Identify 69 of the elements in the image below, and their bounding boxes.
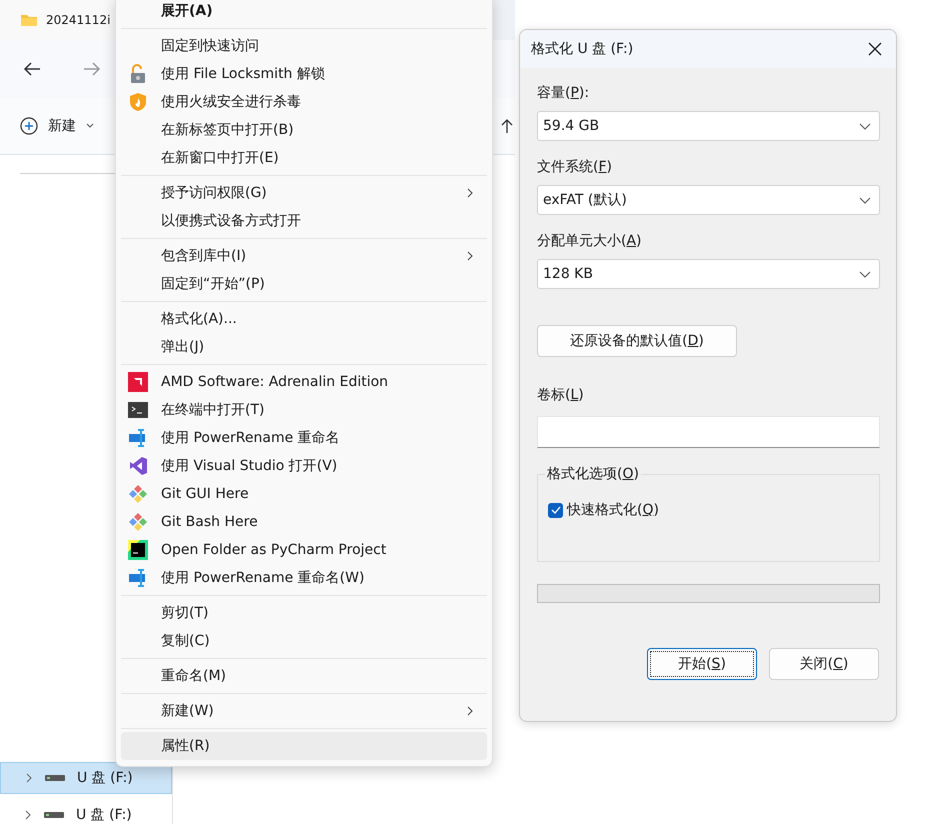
volume-label-field[interactable] [537, 416, 880, 448]
menu-item[interactable]: 使用 File Locksmith 解锁 [121, 60, 487, 88]
menu-item[interactable]: 剪切(T) [121, 599, 487, 627]
pycharm-icon [128, 540, 148, 560]
field-label: 容量(P): [537, 84, 590, 103]
terminal-icon [128, 400, 148, 420]
tab-title: 20241112i [46, 13, 110, 27]
menu-item[interactable]: 在终端中打开(T) [121, 396, 487, 424]
checkbox[interactable] [548, 502, 563, 518]
field-label: 文件系统(F) [537, 158, 612, 177]
menu-item[interactable]: 以便携式设备方式打开 [121, 207, 487, 235]
menu-item[interactable]: 复制(C) [121, 627, 487, 655]
lock-icon [128, 64, 148, 84]
drive-label: U 盘 (F:) [76, 806, 132, 824]
dropdown[interactable]: exFAT (默认) [537, 185, 880, 215]
dialog-title: 格式化 U 盘 (F:) [531, 40, 634, 58]
dropdown[interactable]: 59.4 GB [537, 111, 880, 141]
plus-icon [20, 117, 38, 135]
menu-item[interactable]: 固定到“开始”(P) [121, 270, 487, 298]
git-diamond-icon [128, 484, 148, 504]
drive-item[interactable]: U 盘 (F:) [0, 800, 172, 824]
menu-item[interactable]: Open Folder as PyCharm Project [121, 536, 487, 564]
drive-icon [45, 774, 65, 782]
chevron-down-icon [859, 270, 871, 278]
rename-icon [128, 568, 148, 588]
menu-item[interactable]: AMD Software: Adrenalin Edition [121, 368, 487, 396]
field-label: 分配单元大小(A) [537, 232, 642, 251]
back-arrow-icon [23, 61, 41, 77]
drive-label: U 盘 (F:) [77, 769, 133, 787]
start-button[interactable]: 开始(S) [647, 648, 757, 680]
sort-arrow-icon [501, 118, 513, 134]
menu-item[interactable]: 使用 Visual Studio 打开(V) [121, 452, 487, 480]
menu-item[interactable]: 属性(R) [121, 732, 487, 760]
dropdown[interactable]: 128 KB [537, 259, 880, 289]
close-button[interactable]: 关闭(C) [769, 648, 879, 680]
menu-item[interactable]: 新建(W) [121, 697, 487, 725]
menu-item[interactable]: Git Bash Here [121, 508, 487, 536]
git-diamond-icon [128, 512, 148, 532]
close-icon [868, 42, 882, 56]
rename-icon [128, 428, 148, 448]
visual-studio-icon [128, 456, 148, 476]
folder-icon [20, 13, 38, 27]
menu-item[interactable]: 包含到库中(I) [121, 242, 487, 270]
menu-item[interactable]: 重命名(M) [121, 662, 487, 690]
menu-item[interactable]: 使用 PowerRename 重命名(W) [121, 564, 487, 592]
shield-icon [128, 92, 148, 112]
field-label: 卷标(L) [537, 386, 584, 405]
chevron-down-icon [859, 122, 871, 130]
chevron-right-icon [24, 810, 32, 820]
amd-logo-icon [128, 372, 148, 392]
group-title: 格式化选项(O) [545, 465, 641, 483]
menu-item[interactable]: 使用 PowerRename 重命名 [121, 424, 487, 452]
menu-item[interactable]: 使用火绒安全进行杀毒 [121, 88, 487, 116]
drive-item[interactable]: U 盘 (F:) [0, 762, 172, 794]
menu-item[interactable]: 格式化(A)... [121, 305, 487, 333]
new-button[interactable]: 新建 [20, 117, 94, 135]
chevron-down-icon [86, 123, 94, 129]
restore-defaults-button[interactable]: 还原设备的默认值(D) [537, 325, 737, 357]
menu-item[interactable]: 授予访问权限(G) [121, 179, 487, 207]
drive-icon [44, 811, 64, 819]
menu-item[interactable]: 在新窗口中打开(E) [121, 144, 487, 172]
menu-item[interactable]: Git GUI Here [121, 480, 487, 508]
forward-arrow-icon [83, 61, 101, 77]
check-icon [550, 506, 560, 514]
menu-item[interactable]: 在新标签页中打开(B) [121, 116, 487, 144]
checkbox-label: 快速格式化(Q) [567, 501, 659, 519]
chevron-right-icon [25, 773, 33, 783]
menu-item[interactable]: 弹出(J) [121, 333, 487, 361]
chevron-down-icon [859, 196, 871, 204]
